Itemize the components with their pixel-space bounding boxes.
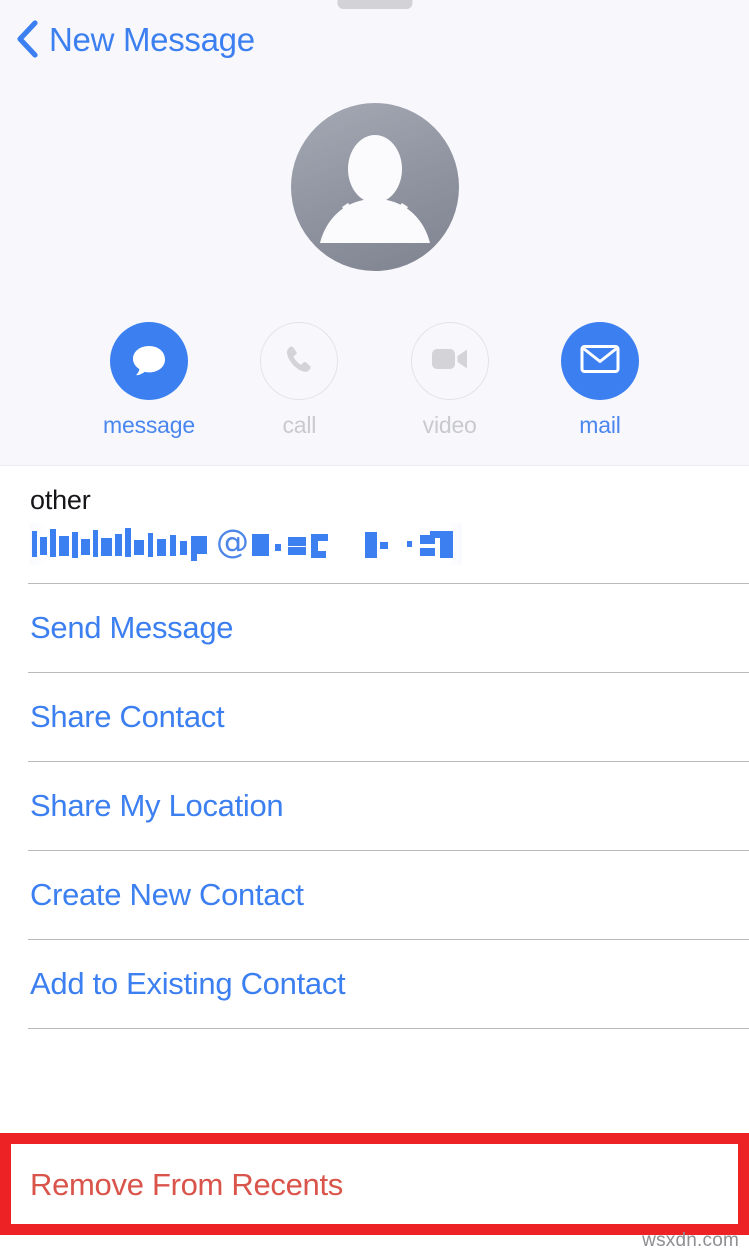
highlight-annotation-box: Remove From Recents: [0, 1133, 749, 1235]
video-button[interactable]: [410, 322, 489, 400]
row-separator: [28, 761, 749, 763]
email-at-symbol: @: [216, 523, 249, 562]
list-bottom-gap: [0, 1028, 749, 1131]
contact-detail-sheet: New Message message call video mail othe…: [0, 0, 749, 1253]
row-separator: [28, 672, 749, 674]
sheet-drag-handle[interactable]: [337, 0, 412, 9]
contact-header-panel: New Message message call video mail: [0, 0, 749, 466]
video-camera-icon: [431, 345, 469, 378]
action-message[interactable]: message: [103, 322, 195, 437]
action-video[interactable]: video: [409, 322, 491, 437]
field-label-other: other: [30, 485, 91, 515]
action-label-mail: mail: [579, 412, 621, 438]
quick-actions-row: message call video mail: [0, 322, 749, 437]
menu-item-share-my-location[interactable]: Share My Location: [0, 761, 749, 851]
menu-label-send-message: Send Message: [30, 610, 234, 646]
chevron-left-icon: [14, 20, 40, 58]
phone-icon: [281, 341, 317, 382]
envelope-icon: [580, 344, 620, 379]
action-label-message: message: [103, 412, 195, 438]
contact-field-other[interactable]: other @: [0, 466, 749, 584]
menu-item-send-message[interactable]: Send Message: [0, 583, 749, 673]
menu-item-create-new-contact[interactable]: Create New Contact: [0, 850, 749, 940]
page-title: New Message: [49, 20, 255, 58]
call-button[interactable]: [260, 322, 339, 400]
menu-label-create-new-contact: Create New Contact: [30, 877, 304, 913]
detail-list: other @ Send Message Share Contact Share…: [0, 466, 749, 1131]
menu-item-share-contact[interactable]: Share Contact: [0, 672, 749, 762]
menu-label-share-contact: Share Contact: [30, 699, 225, 735]
menu-label-share-my-location: Share My Location: [30, 788, 284, 824]
action-label-call: call: [282, 412, 317, 438]
message-button[interactable]: [110, 322, 188, 400]
avatar: [290, 103, 459, 271]
menu-item-remove-from-recents[interactable]: Remove From Recents: [11, 1144, 738, 1224]
action-mail[interactable]: mail: [559, 322, 641, 437]
menu-item-add-to-existing-contact[interactable]: Add to Existing Contact: [0, 939, 749, 1029]
row-separator: [28, 583, 749, 585]
action-label-video: video: [422, 412, 477, 438]
menu-label-remove-from-recents: Remove From Recents: [30, 1166, 344, 1202]
row-separator: [28, 1028, 749, 1030]
watermark: wsxdn.com: [642, 1230, 739, 1251]
row-separator: [28, 850, 749, 852]
mail-button[interactable]: [560, 322, 639, 400]
row-separator: [28, 939, 749, 941]
message-bubble-icon: [128, 338, 170, 385]
action-call[interactable]: call: [258, 322, 340, 437]
back-button[interactable]: New Message: [14, 20, 255, 58]
field-value-email-redacted[interactable]: @: [30, 523, 462, 566]
person-placeholder-avatar-icon: [290, 103, 459, 271]
menu-label-add-to-existing-contact: Add to Existing Contact: [30, 966, 346, 1002]
